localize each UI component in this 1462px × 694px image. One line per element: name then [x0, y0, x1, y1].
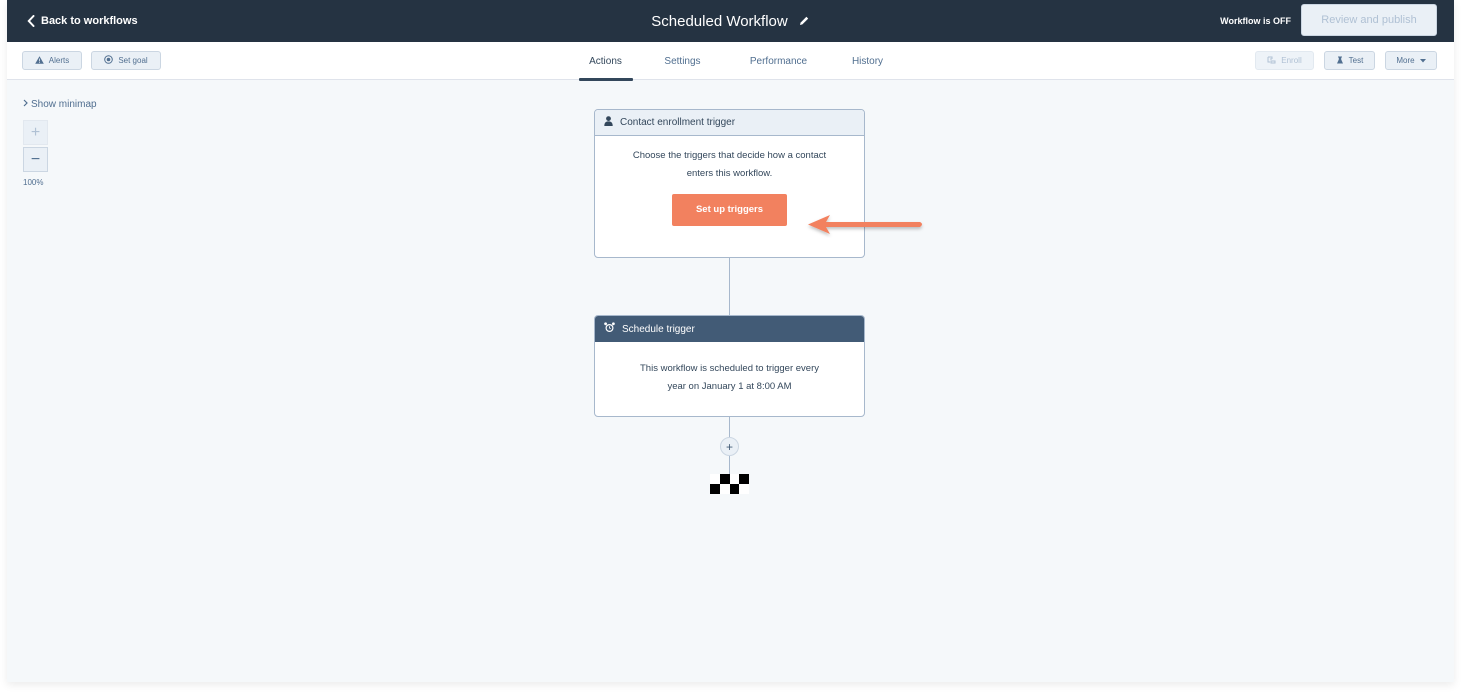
set-goal-label: Set goal	[118, 56, 148, 65]
card-title: Schedule trigger	[622, 323, 695, 335]
target-icon	[104, 55, 114, 66]
schedule-trigger-card[interactable]: Schedule trigger This workflow is schedu…	[594, 315, 865, 417]
tab-history[interactable]: History	[851, 42, 885, 80]
back-label: Back to workflows	[41, 15, 138, 27]
review-and-publish-button[interactable]: Review and publish	[1301, 4, 1437, 36]
tab-performance[interactable]: Performance	[747, 42, 811, 80]
alarm-clock-icon	[604, 322, 615, 336]
flask-icon	[1336, 56, 1344, 66]
test-button[interactable]: Test	[1324, 51, 1375, 70]
tab-label: Performance	[749, 55, 808, 67]
add-action-button[interactable]: +	[720, 437, 739, 456]
workflow-title: Scheduled Workflow	[651, 12, 788, 30]
pencil-icon[interactable]	[798, 15, 810, 27]
show-minimap-toggle[interactable]: Show minimap	[23, 99, 97, 110]
checkered-flag-icon	[710, 474, 749, 494]
test-label: Test	[1348, 56, 1364, 65]
connector-line	[729, 257, 730, 315]
workflow-editor: Back to workflows Scheduled Workflow Wor…	[7, 0, 1454, 682]
workflow-status: Workflow is OFF	[1220, 16, 1291, 26]
zoom-in-button[interactable]: +	[23, 120, 48, 145]
alerts-label: Alerts	[48, 56, 70, 65]
card-description: year on January 1 at 8:00 AM	[667, 381, 792, 392]
zoom-out-button[interactable]: −	[23, 147, 48, 172]
card-title: Contact enrollment trigger	[620, 117, 736, 128]
warning-icon	[34, 55, 44, 66]
annotation-arrow-icon	[808, 215, 922, 234]
tab-actions[interactable]: Actions	[578, 42, 633, 81]
enroll-icon	[1267, 56, 1276, 66]
tab-settings[interactable]: Settings	[663, 42, 703, 80]
tab-label: Actions	[589, 55, 622, 67]
enroll-button[interactable]: Enroll	[1255, 51, 1314, 70]
top-header: Back to workflows Scheduled Workflow Wor…	[7, 0, 1454, 42]
card-header: Schedule trigger	[595, 316, 864, 342]
more-label: More	[1396, 56, 1415, 65]
set-up-triggers-button[interactable]: Set up triggers	[672, 194, 787, 226]
alerts-button[interactable]: Alerts	[22, 51, 82, 70]
tab-label: Settings	[664, 55, 701, 67]
chevron-left-icon	[27, 15, 35, 27]
enroll-label: Enroll	[1281, 56, 1302, 65]
set-goal-button[interactable]: Set goal	[91, 51, 161, 70]
zoom-level: 100%	[23, 178, 44, 187]
caret-down-icon	[1419, 56, 1426, 65]
chevron-right-icon	[23, 99, 28, 110]
card-description: enters this workflow.	[686, 168, 773, 179]
card-description: Choose the triggers that decide how a co…	[632, 150, 827, 161]
tab-label: History	[851, 55, 884, 67]
sub-navigation: Alerts Set goal Actions Settings Perform…	[7, 42, 1454, 81]
more-dropdown[interactable]: More	[1385, 51, 1437, 70]
card-header: Contact enrollment trigger	[595, 110, 864, 136]
card-description: This workflow is scheduled to trigger ev…	[640, 363, 819, 374]
back-to-workflows-link[interactable]: Back to workflows	[27, 0, 138, 42]
minimap-label: Show minimap	[31, 99, 97, 110]
card-body: This workflow is scheduled to trigger ev…	[595, 342, 864, 396]
person-icon	[604, 116, 613, 129]
